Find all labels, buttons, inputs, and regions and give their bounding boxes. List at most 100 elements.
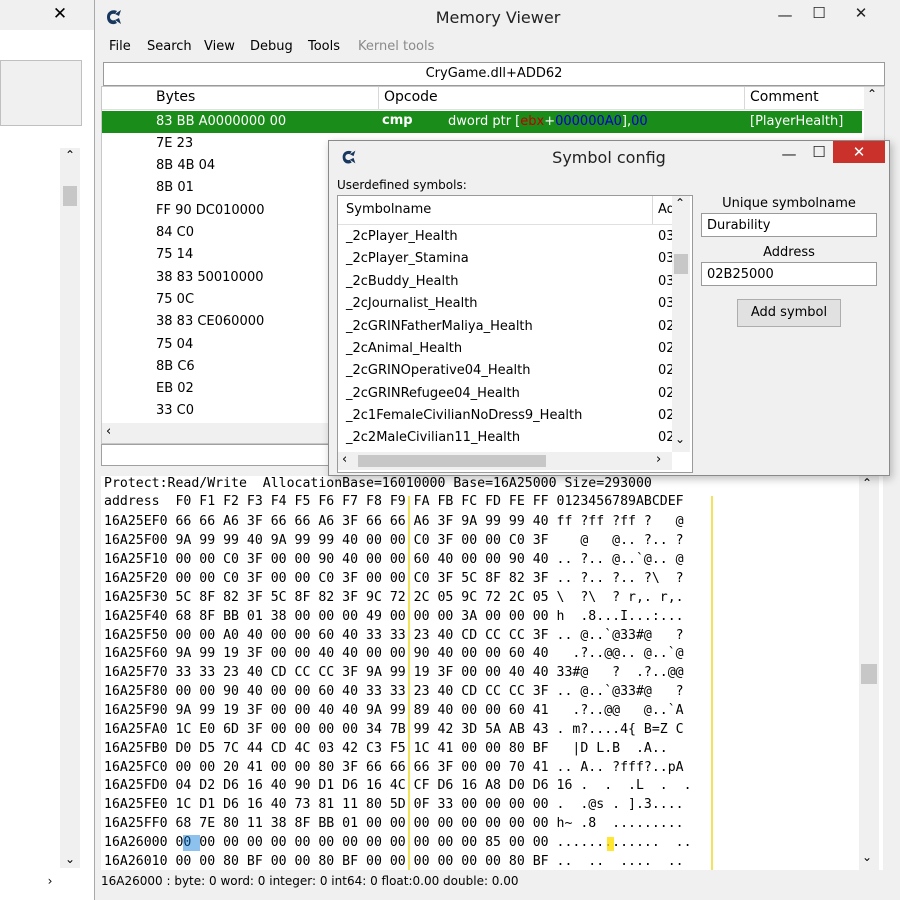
- column-symbolname[interactable]: Symbolname: [346, 202, 431, 217]
- column-divider[interactable]: [744, 87, 745, 109]
- menu-tools[interactable]: Tools: [308, 39, 340, 54]
- list-item[interactable]: _2cGRINRefugee04_Health 02: [338, 383, 675, 405]
- scroll-down-icon[interactable]: ⌄: [60, 852, 80, 872]
- background-window: ✕ ⌃ ⌄ ›: [0, 0, 95, 900]
- operand-plus: +: [544, 114, 556, 129]
- unique-symbolname-field[interactable]: Durability: [701, 213, 877, 237]
- scroll-thumb[interactable]: [358, 455, 546, 467]
- bytes-cell: EB 02: [156, 381, 194, 396]
- list-item[interactable]: _2cGRINFatherMaliya_Health 02: [338, 316, 675, 338]
- hex-line[interactable]: 16A25F60 9A 99 19 3F 00 00 40 40 00 00 9…: [104, 646, 684, 661]
- scroll-up-icon[interactable]: ⌃: [862, 476, 872, 490]
- list-item[interactable]: _2c1FemaleCivilianNoDress9_Health 02: [338, 405, 675, 427]
- list-item[interactable]: _2c2MaleCivilian11_Health 02: [338, 427, 675, 449]
- hex-line[interactable]: 16A25F30 5C 8F 82 3F 5C 8F 82 3F 9C 72 2…: [104, 590, 684, 605]
- background-window-close-button[interactable]: ✕: [40, 4, 80, 24]
- scroll-up-icon[interactable]: ⌃: [675, 196, 685, 210]
- menu-kernel-tools[interactable]: Kernel tools: [358, 39, 434, 54]
- scroll-down-icon[interactable]: ⌄: [675, 432, 685, 446]
- bytes-cell: 8B 4B 04: [156, 158, 216, 173]
- comment-cell: [PlayerHealth]: [750, 114, 844, 129]
- symbol-name: _2cGRINOperative04_Health: [346, 363, 531, 378]
- hex-line[interactable]: 16A25F10 00 00 C0 3F 00 00 90 40 00 00 6…: [104, 552, 684, 567]
- hex-line[interactable]: 16A25EF0 66 66 A6 3F 66 66 A6 3F 66 66 A…: [104, 514, 684, 529]
- selected-byte-highlight[interactable]: [183, 835, 200, 851]
- column-opcode[interactable]: Opcode: [384, 89, 438, 105]
- hex-view[interactable]: Protect:Read/Write AllocationBase=160100…: [101, 476, 883, 870]
- background-vertical-scrollbar[interactable]: [60, 148, 80, 868]
- symbol-config-titlebar: Symbol config — ☐ ✕: [329, 141, 889, 173]
- close-button[interactable]: ✕: [833, 141, 885, 163]
- column-bytes[interactable]: Bytes: [156, 89, 195, 105]
- list-item[interactable]: _2cPlayer_Health 03: [338, 226, 675, 248]
- column-divider[interactable]: [652, 196, 653, 224]
- list-item[interactable]: _2cJournalist_Health 03: [338, 293, 675, 315]
- list-item[interactable]: _2cPlayer_Stamina 03: [338, 248, 675, 270]
- hex-info-line: Protect:Read/Write AllocationBase=160100…: [104, 476, 652, 491]
- add-symbol-button[interactable]: Add symbol: [737, 299, 841, 327]
- scroll-down-icon[interactable]: ⌄: [862, 850, 872, 864]
- hex-line[interactable]: 16A25FD0 04 D2 D6 16 40 90 D1 D6 16 4C C…: [104, 778, 692, 793]
- symbol-name: _2c1FemaleCivilianNoDress9_Health: [346, 408, 583, 423]
- hex-vertical-scrollbar[interactable]: ⌃ ⌄: [859, 476, 879, 870]
- hex-line[interactable]: 16A26010 00 00 80 BF 00 00 80 BF 00 00 0…: [104, 854, 684, 869]
- column-comment[interactable]: Comment: [750, 89, 819, 105]
- unique-symbolname-label: Unique symbolname: [722, 196, 856, 211]
- scroll-thumb[interactable]: [861, 664, 877, 684]
- hex-line[interactable]: 16A25F50 00 00 A0 40 00 00 60 40 33 33 2…: [104, 628, 684, 643]
- bytes-cell: 33 C0: [156, 403, 195, 418]
- symbol-name: _2c2MaleCivilian11_Health: [346, 430, 521, 445]
- disassembler-address-bar[interactable]: CryGame.dll+ADD62: [103, 62, 885, 86]
- list-item[interactable]: _2cBuddy_Health 03: [338, 271, 675, 293]
- operand-close: ],: [621, 114, 632, 129]
- minimize-button[interactable]: —: [775, 143, 803, 165]
- list-item[interactable]: _2cAnimal_Health 02: [338, 338, 675, 360]
- menu-search[interactable]: Search: [147, 39, 192, 54]
- status-bar: 16A26000 : byte: 0 word: 0 integer: 0 in…: [101, 872, 883, 894]
- scroll-right-icon[interactable]: ›: [656, 452, 661, 467]
- symbol-list-horizontal-scrollbar[interactable]: ‹ ›: [338, 452, 672, 470]
- hex-line[interactable]: 16A25FE0 1C D1 D6 16 40 73 81 11 80 5D 0…: [104, 797, 684, 812]
- background-window-titlebar: ✕: [0, 0, 94, 30]
- hex-line[interactable]: 16A25FB0 D0 D5 7C 44 CD 4C 03 42 C3 F5 1…: [104, 741, 684, 756]
- hex-line[interactable]: 16A25F70 33 33 23 40 CD CC CC 3F 9A 99 1…: [104, 665, 684, 680]
- scroll-thumb[interactable]: [63, 186, 77, 206]
- disasm-row-selected[interactable]: 83 BB A0000000 00 cmp dword ptr [ebx+000…: [102, 111, 862, 133]
- hex-line[interactable]: 16A25F90 9A 99 19 3F 00 00 40 40 9A 99 8…: [104, 703, 684, 718]
- text-cursor-highlight: [607, 837, 614, 851]
- hex-line[interactable]: 16A25F40 68 8F BB 01 38 00 00 00 49 00 0…: [104, 609, 684, 624]
- scroll-up-icon[interactable]: ⌃: [60, 148, 80, 168]
- menu-file[interactable]: File: [109, 39, 131, 54]
- menu-bar: File Search View Debug Tools Kernel tool…: [95, 36, 900, 58]
- hex-line[interactable]: 16A25FA0 1C E0 6D 3F 00 00 00 00 34 7B 9…: [104, 722, 684, 737]
- scroll-left-icon[interactable]: ‹: [342, 452, 347, 467]
- operand-cell: dword ptr [ebx+000000A0],00: [448, 114, 648, 129]
- scroll-up-icon[interactable]: ⌃: [867, 87, 877, 101]
- minimize-button[interactable]: —: [771, 4, 799, 26]
- bytes-cell: 75 04: [156, 337, 194, 352]
- hex-header: address F0 F1 F2 F3 F4 F5 F6 F7 F8 F9 FA…: [104, 494, 684, 509]
- column-divider[interactable]: [378, 87, 379, 109]
- maximize-button[interactable]: ☐: [805, 141, 833, 163]
- symbol-list-vertical-scrollbar[interactable]: ⌃ ⌄: [672, 196, 690, 452]
- hex-line[interactable]: 16A25F80 00 00 90 40 00 00 60 40 33 33 2…: [104, 684, 684, 699]
- maximize-button[interactable]: ☐: [805, 2, 833, 24]
- userdefined-symbols-label: Userdefined symbols:: [337, 178, 467, 192]
- hex-line[interactable]: 16A25FC0 00 00 20 41 00 00 80 3F 66 66 6…: [104, 760, 684, 775]
- hex-line[interactable]: 16A25F20 00 00 C0 3F 00 00 C0 3F 00 00 C…: [104, 571, 684, 586]
- hex-goto-input[interactable]: [101, 444, 343, 466]
- list-item[interactable]: _2cGRINOperative04_Health 02: [338, 360, 675, 382]
- scroll-thumb[interactable]: [674, 254, 688, 274]
- close-button[interactable]: ✕: [847, 2, 875, 24]
- menu-view[interactable]: View: [204, 39, 235, 54]
- operand-offset: 000000A0: [555, 114, 622, 129]
- disassembler-header: Bytes Opcode Comment: [102, 87, 884, 110]
- bytes-cell: 83 BB A0000000 00: [156, 114, 287, 129]
- scroll-left-icon[interactable]: ‹: [106, 424, 111, 439]
- scroll-right-icon[interactable]: ›: [40, 874, 60, 894]
- hex-line[interactable]: 16A25F00 9A 99 99 40 9A 99 99 40 00 00 C…: [104, 533, 684, 548]
- hex-line[interactable]: 16A25FF0 68 7E 80 11 38 8F BB 01 00 00 0…: [104, 816, 684, 831]
- symbol-list[interactable]: Symbolname Ad _2cPlayer_Health 03 _2cPlay…: [337, 195, 693, 473]
- address-field[interactable]: 02B25000: [701, 262, 877, 286]
- menu-debug[interactable]: Debug: [250, 39, 293, 54]
